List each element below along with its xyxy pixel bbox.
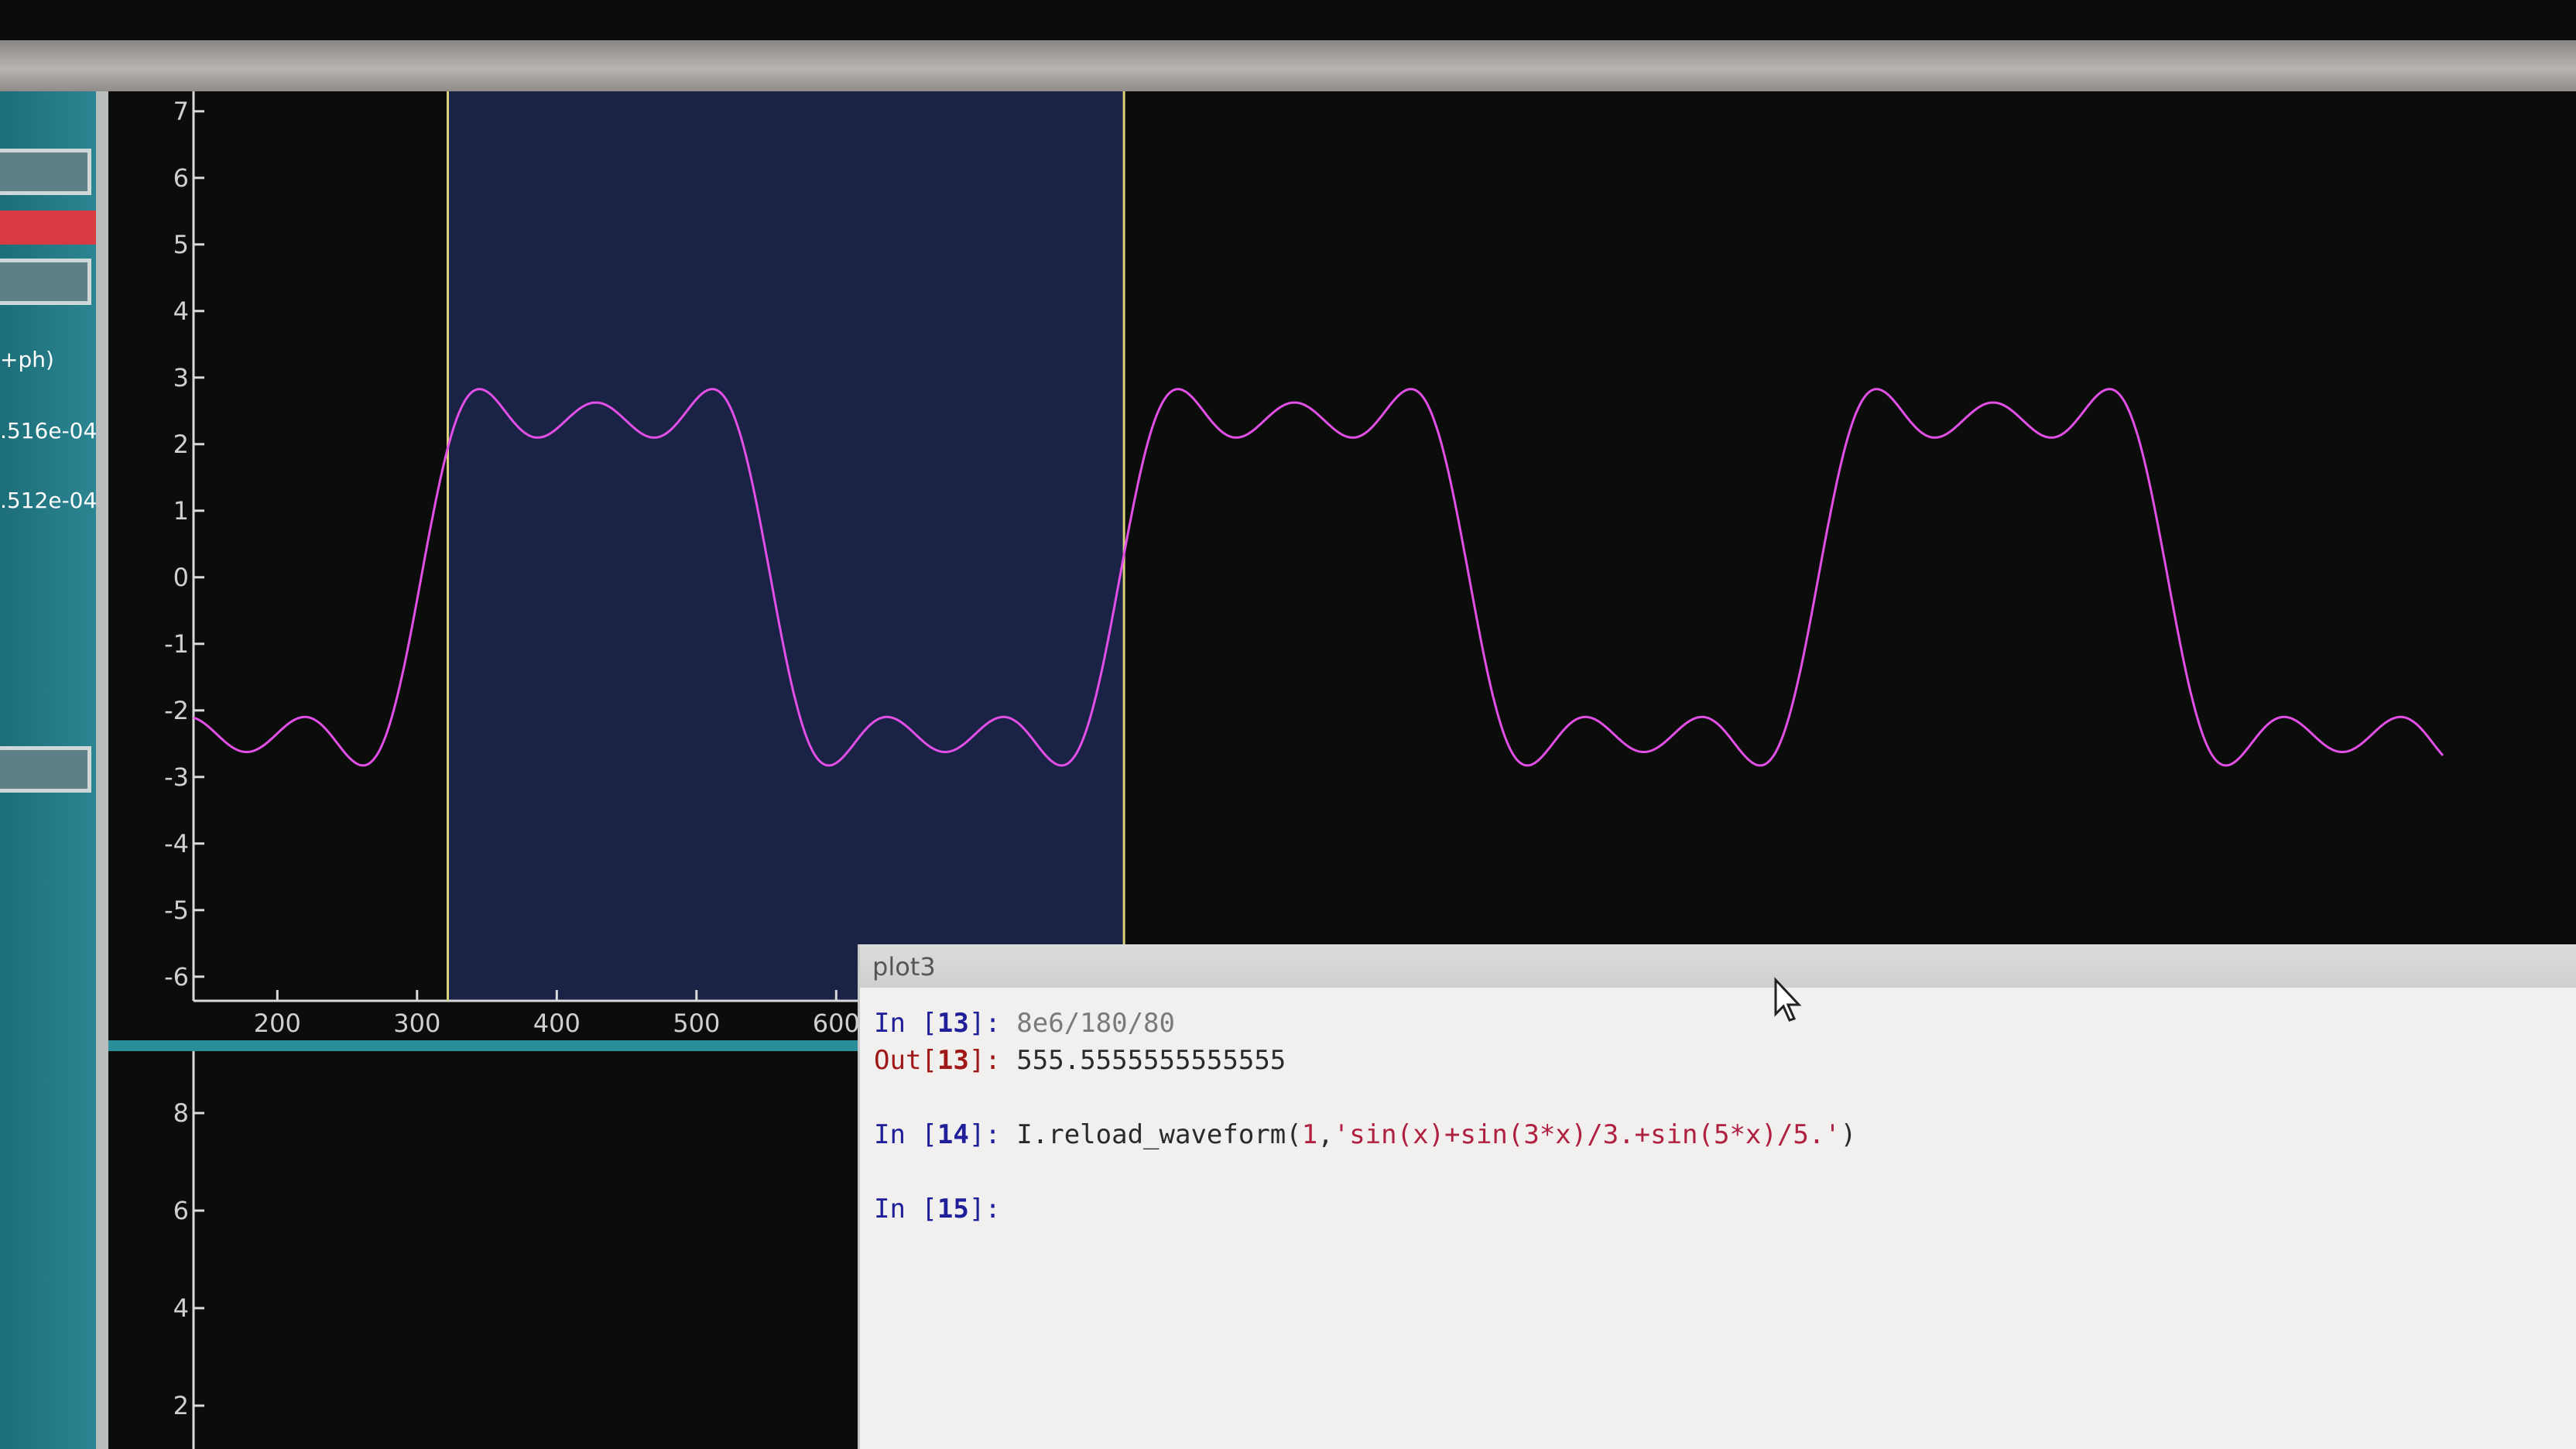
sidebar-divider [96,91,108,1449]
window-title-bar [0,40,2576,91]
sidebar-value-1: .516e-04 [0,418,98,444]
prompt-bracket: [ [921,1045,937,1076]
console-line-in14: In [14]: I.reload_waveform(1,'sin(x)+sin… [874,1116,1856,1153]
code-string: 'sin(x)+sin(3*x)/3.+sin(5*x)/5.' [1333,1119,1841,1150]
sidebar-button-2[interactable] [0,259,91,305]
y-tick-label: 0 [173,563,189,592]
prompt-number: 13 [937,1045,969,1076]
output-text: 555.5555555555555 [1016,1045,1286,1076]
sidebar-value-2: .512e-04 [0,488,98,513]
code-text: 8e6/180/80 [1016,1008,1175,1039]
sidebar-red-indicator [0,211,96,245]
y-tick-label: -2 [164,696,189,725]
bottom-y-tick-label: 4 [173,1293,189,1323]
prompt-bracket: ]: [968,1194,1017,1225]
y-tick-label: -6 [164,962,189,992]
prompt-label: In [874,1008,922,1039]
plot-divider-bar [108,1040,882,1051]
prompt-bracket: ]: [968,1119,1017,1150]
console-title-bar[interactable]: plot3 [860,944,2576,988]
prompt-number: 13 [937,1008,969,1039]
code-text: ) [1840,1119,1857,1150]
y-tick-label: -4 [164,829,189,858]
console-title: plot3 [872,952,936,981]
console-output[interactable]: In [13]: 8e6/180/80 Out[13]: 555.5555555… [874,1005,1856,1228]
bottom-y-tick-label: 8 [173,1098,189,1128]
sidebar-button-3[interactable] [0,746,91,793]
code-text: I.reload_waveform( [1016,1119,1302,1150]
x-tick-label: 200 [254,1009,301,1036]
selection-region[interactable] [447,91,1125,1001]
console-line-in15[interactable]: In [15]: [874,1190,1856,1228]
y-tick-label: -5 [164,896,189,925]
console-line-out13: Out[13]: 555.5555555555555 [874,1042,1856,1079]
sidebar-button-1[interactable] [0,149,91,195]
prompt-number: 14 [937,1119,969,1150]
x-tick-label: 400 [533,1009,581,1036]
ipython-console-window[interactable]: plot3 In [13]: 8e6/180/80 Out[13]: 555.5… [858,944,2576,1449]
control-sidebar: +ph) .516e-04 .512e-04 [0,91,98,1449]
y-tick-label: -3 [164,762,189,792]
x-tick-label: 300 [393,1009,440,1036]
sidebar-label-fit: +ph) [0,347,54,372]
y-tick-label: 6 [173,163,189,193]
mouse-pointer-icon [1774,977,1802,1022]
x-tick-label: 500 [673,1009,720,1036]
y-tick-label: 2 [173,430,189,459]
bottom-y-tick-label: 2 [173,1391,189,1420]
prompt-number: 15 [937,1194,969,1225]
prompt-bracket: [ [921,1119,937,1150]
prompt-bracket: [ [921,1194,937,1225]
x-tick-label: 600 [813,1009,860,1036]
y-tick-label: 3 [173,363,189,392]
bottom-y-tick-label: 6 [173,1196,189,1225]
prompt-label: Out [874,1045,922,1076]
code-text: , [1317,1119,1334,1150]
y-tick-label: 1 [173,496,189,526]
y-tick-label: -1 [164,629,189,659]
prompt-bracket: [ [921,1008,937,1039]
prompt-bracket: ]: [968,1008,1017,1039]
top-plot[interactable]: 7 6 5 4 3 2 1 0 -1 -2 -3 -4 -5 -6 200 300 400 500 600 [108,91,2576,1036]
screen-bezel [0,0,2576,40]
console-line-in13: In [13]: 8e6/180/80 [874,1005,1856,1042]
y-tick-label: 7 [173,97,189,126]
prompt-label: In [874,1119,922,1150]
y-tick-label: 5 [173,230,189,259]
y-tick-label: 4 [173,296,189,326]
prompt-label: In [874,1194,922,1225]
prompt-bracket: ]: [968,1045,1017,1076]
code-number: 1 [1301,1119,1318,1150]
